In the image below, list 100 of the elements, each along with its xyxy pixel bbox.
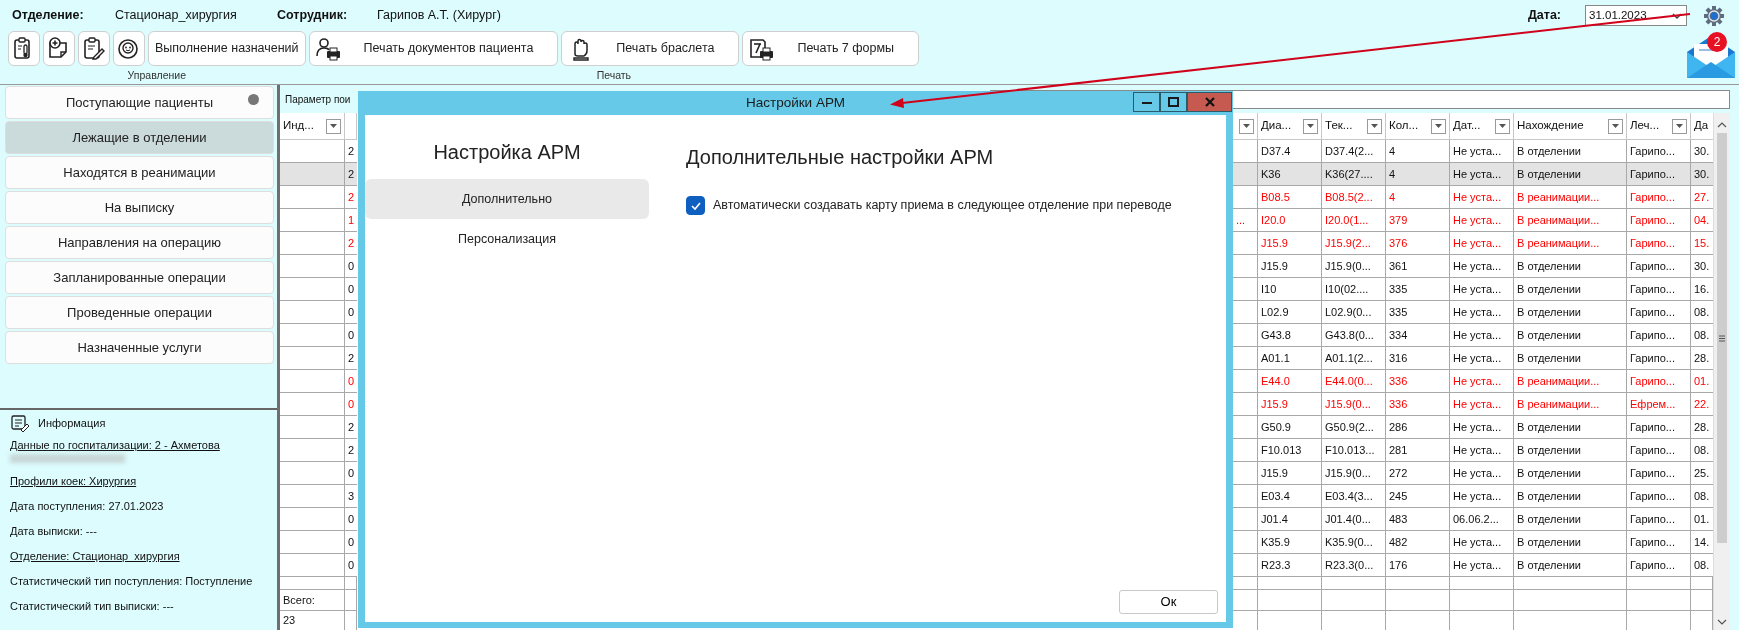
face-icon — [117, 36, 141, 61]
note-plus-button[interactable] — [43, 31, 75, 66]
table-cell: B08.5 — [1258, 186, 1322, 209]
sidebar-item[interactable]: На выписку — [5, 191, 274, 224]
table-cell: В реанимации... — [1514, 209, 1627, 232]
settings-nav-item[interactable]: Дополнительно — [365, 179, 649, 219]
sidebar-item[interactable]: Проведенные операции — [5, 296, 274, 329]
table-row[interactable]: G50.9 G50.9(2... 286 Не уста... В отделении Гарипо... 28. — [1233, 416, 1713, 439]
table-row[interactable]: 2 — [280, 163, 357, 186]
table-cell: J15.9(2... — [1322, 232, 1386, 255]
settings-icon[interactable] — [1703, 4, 1725, 27]
caret-icon — [1611, 123, 1620, 129]
filter-button[interactable] — [1495, 118, 1510, 134]
table-cell: В отделении — [1514, 508, 1627, 531]
info-text: Статистический тип выписки: --- — [10, 599, 175, 613]
table-cell: В отделении — [1514, 255, 1627, 278]
table-row[interactable]: F10.013 F10.013... 281 Не уста... В отделении Гарипо... 08. — [1233, 439, 1713, 462]
table-cell: Не уста... — [1450, 186, 1514, 209]
table-cell: J15.9 — [1258, 393, 1322, 416]
sidebar-item[interactable]: Лежащие в отделении — [5, 121, 274, 154]
table-cell: E03.4(3... — [1322, 485, 1386, 508]
settings-nav-item[interactable]: Персонализация — [365, 219, 649, 259]
filter-button[interactable] — [1367, 118, 1382, 134]
table-cell: Не уста... — [1450, 324, 1514, 347]
table-row[interactable]: B08.5 B08.5(2... 4 Не уста... В реанимации... Гарипо... 27. — [1233, 186, 1713, 209]
sidebar-item[interactable]: Назначенные услуги — [5, 331, 274, 364]
sidebar-item[interactable]: Запланированные операции — [5, 261, 274, 294]
table-cell: Не уста... — [1450, 393, 1514, 416]
employee-value: Гарипов А.Т. (Хирург) — [377, 7, 501, 25]
table-row[interactable]: J15.9 J15.9(0... 336 Не уста... В реанимации... Ефрем... 22. — [1233, 393, 1713, 416]
ok-button[interactable]: Ок — [1119, 590, 1218, 614]
table-cell: K35.9(0... — [1322, 531, 1386, 554]
table-row[interactable]: J15.9 J15.9(2... 376 Не уста... В реанимации... Гарипо... 15. — [1233, 232, 1713, 255]
toolbar-button[interactable]: Печать 7 формы — [742, 31, 920, 66]
face-button[interactable] — [113, 31, 145, 66]
table-row[interactable]: K35.9 K35.9(0... 482 Не уста... В отделении Гарипо... 14. — [1233, 531, 1713, 554]
settings-heading: Дополнительные настройки АРМ — [686, 145, 995, 170]
table-cell — [280, 370, 345, 393]
table-row[interactable]: K36 K36(27.... 4 Не уста... В отделении Гарипо... 30. — [1233, 163, 1713, 186]
checkbox-label: Автоматически создавать карту приема в следующее отделение при переводе — [713, 197, 1172, 215]
date-dropdown[interactable]: 31.01.2023 — [1585, 5, 1687, 26]
sidebar-item[interactable]: Направления на операцию — [5, 226, 274, 259]
filter-button[interactable] — [326, 118, 341, 134]
table-cell: Гарипо... — [1627, 439, 1691, 462]
clipboard-pencil-button[interactable] — [78, 31, 110, 66]
scroll-up-icon — [1716, 121, 1728, 129]
sidebar-item[interactable]: Находятся в реанимации — [5, 156, 274, 189]
table-row[interactable]: R23.3 R23.3(0... 176 Не уста... В отделении Гарипо... 08. — [1233, 554, 1713, 577]
table-row[interactable]: ... I20.0 I20.0(1... 379 Не уста... В реанимации... Гарипо... 04. — [1233, 209, 1713, 232]
table-row[interactable]: J01.4 J01.4(0... 483 06.06.2... В отделении Гарипо... 01. — [1233, 508, 1713, 531]
filter-button[interactable] — [1608, 118, 1623, 134]
toolbar-button[interactable]: Печать документов пациента — [308, 31, 559, 66]
table-cell: I20.0(1... — [1322, 209, 1386, 232]
table-cell: В реанимации... — [1514, 232, 1627, 255]
scrollbar[interactable] — [1713, 113, 1730, 630]
table-cell: Не уста... — [1450, 439, 1514, 462]
table-row[interactable]: A01.1 A01.1(2... 316 Не уста... В отделении Гарипо... 28. — [1233, 347, 1713, 370]
table-cell: 286 — [1386, 416, 1450, 439]
info-link[interactable]: Данные по госпитализации: 2 - Ахметова — [10, 439, 220, 451]
table-cell: В отделении — [1514, 462, 1627, 485]
table-cell: 361 — [1386, 255, 1450, 278]
caret-icon — [1370, 123, 1379, 129]
minimize-button[interactable] — [1133, 92, 1160, 112]
table-row[interactable]: J15.9 J15.9(0... 361 Не уста... В отделении Гарипо... 30. — [1233, 255, 1713, 278]
table-cell: В отделении — [1514, 301, 1627, 324]
table-cell — [1627, 577, 1691, 590]
table-cell: Не уста... — [1450, 485, 1514, 508]
table-cell — [280, 278, 345, 301]
filter-button[interactable] — [1239, 118, 1254, 134]
table-cell: 335 — [1386, 301, 1450, 324]
info-link[interactable]: Профили коек: Хирургия — [10, 475, 137, 487]
checkbox[interactable] — [686, 196, 705, 215]
table-cell: E03.4 — [1258, 485, 1322, 508]
maximize-button[interactable] — [1160, 92, 1187, 112]
table-row[interactable]: I10 I10(02.... 335 Не уста... В отделении Гарипо... 16. — [1233, 278, 1713, 301]
info-link[interactable]: Отделение: Стационар_хирургия — [10, 550, 180, 562]
table-row[interactable]: E03.4 E03.4(3... 245 Не уста... В отделении Гарипо... 08. — [1233, 485, 1713, 508]
grip-icon — [1718, 334, 1726, 342]
filter-button[interactable] — [1672, 118, 1687, 134]
table-cell: В отделении — [1514, 485, 1627, 508]
table-row[interactable]: G43.8 G43.8(0... 334 Не уста... В отделении Гарипо... 08. — [1233, 324, 1713, 347]
table-row[interactable]: E44.0 E44.0(0... 336 Не уста... В реанимации... Гарипо... 01. — [1233, 370, 1713, 393]
sidebar-item[interactable]: Поступающие пациенты — [5, 86, 274, 119]
table-cell: J15.9 — [1258, 255, 1322, 278]
table-cell: В отделении — [1514, 324, 1627, 347]
table-cell — [280, 347, 345, 370]
caret-icon — [1675, 123, 1684, 129]
toolbar-button[interactable]: Печать браслета — [561, 31, 740, 66]
table-cell: Гарипо... — [1627, 255, 1691, 278]
filter-button[interactable] — [1431, 118, 1446, 134]
table-cell: 4 — [1386, 186, 1450, 209]
table-row[interactable]: L02.9 L02.9(0... 335 Не уста... В отделении Гарипо... 08. — [1233, 301, 1713, 324]
toolbar-button[interactable]: Выполнение назначений — [148, 31, 306, 66]
filter-button[interactable] — [1303, 118, 1318, 134]
table-row[interactable]: J15.9 J15.9(0... 272 Не уста... В отделении Гарипо... 25. — [1233, 462, 1713, 485]
clipboard-thermometer-button[interactable] — [8, 31, 40, 66]
table-cell: 272 — [1386, 462, 1450, 485]
info-text: Статистический тип поступления: Поступление — [10, 574, 254, 588]
close-button[interactable] — [1187, 92, 1232, 112]
table-cell: I20.0 — [1258, 209, 1322, 232]
